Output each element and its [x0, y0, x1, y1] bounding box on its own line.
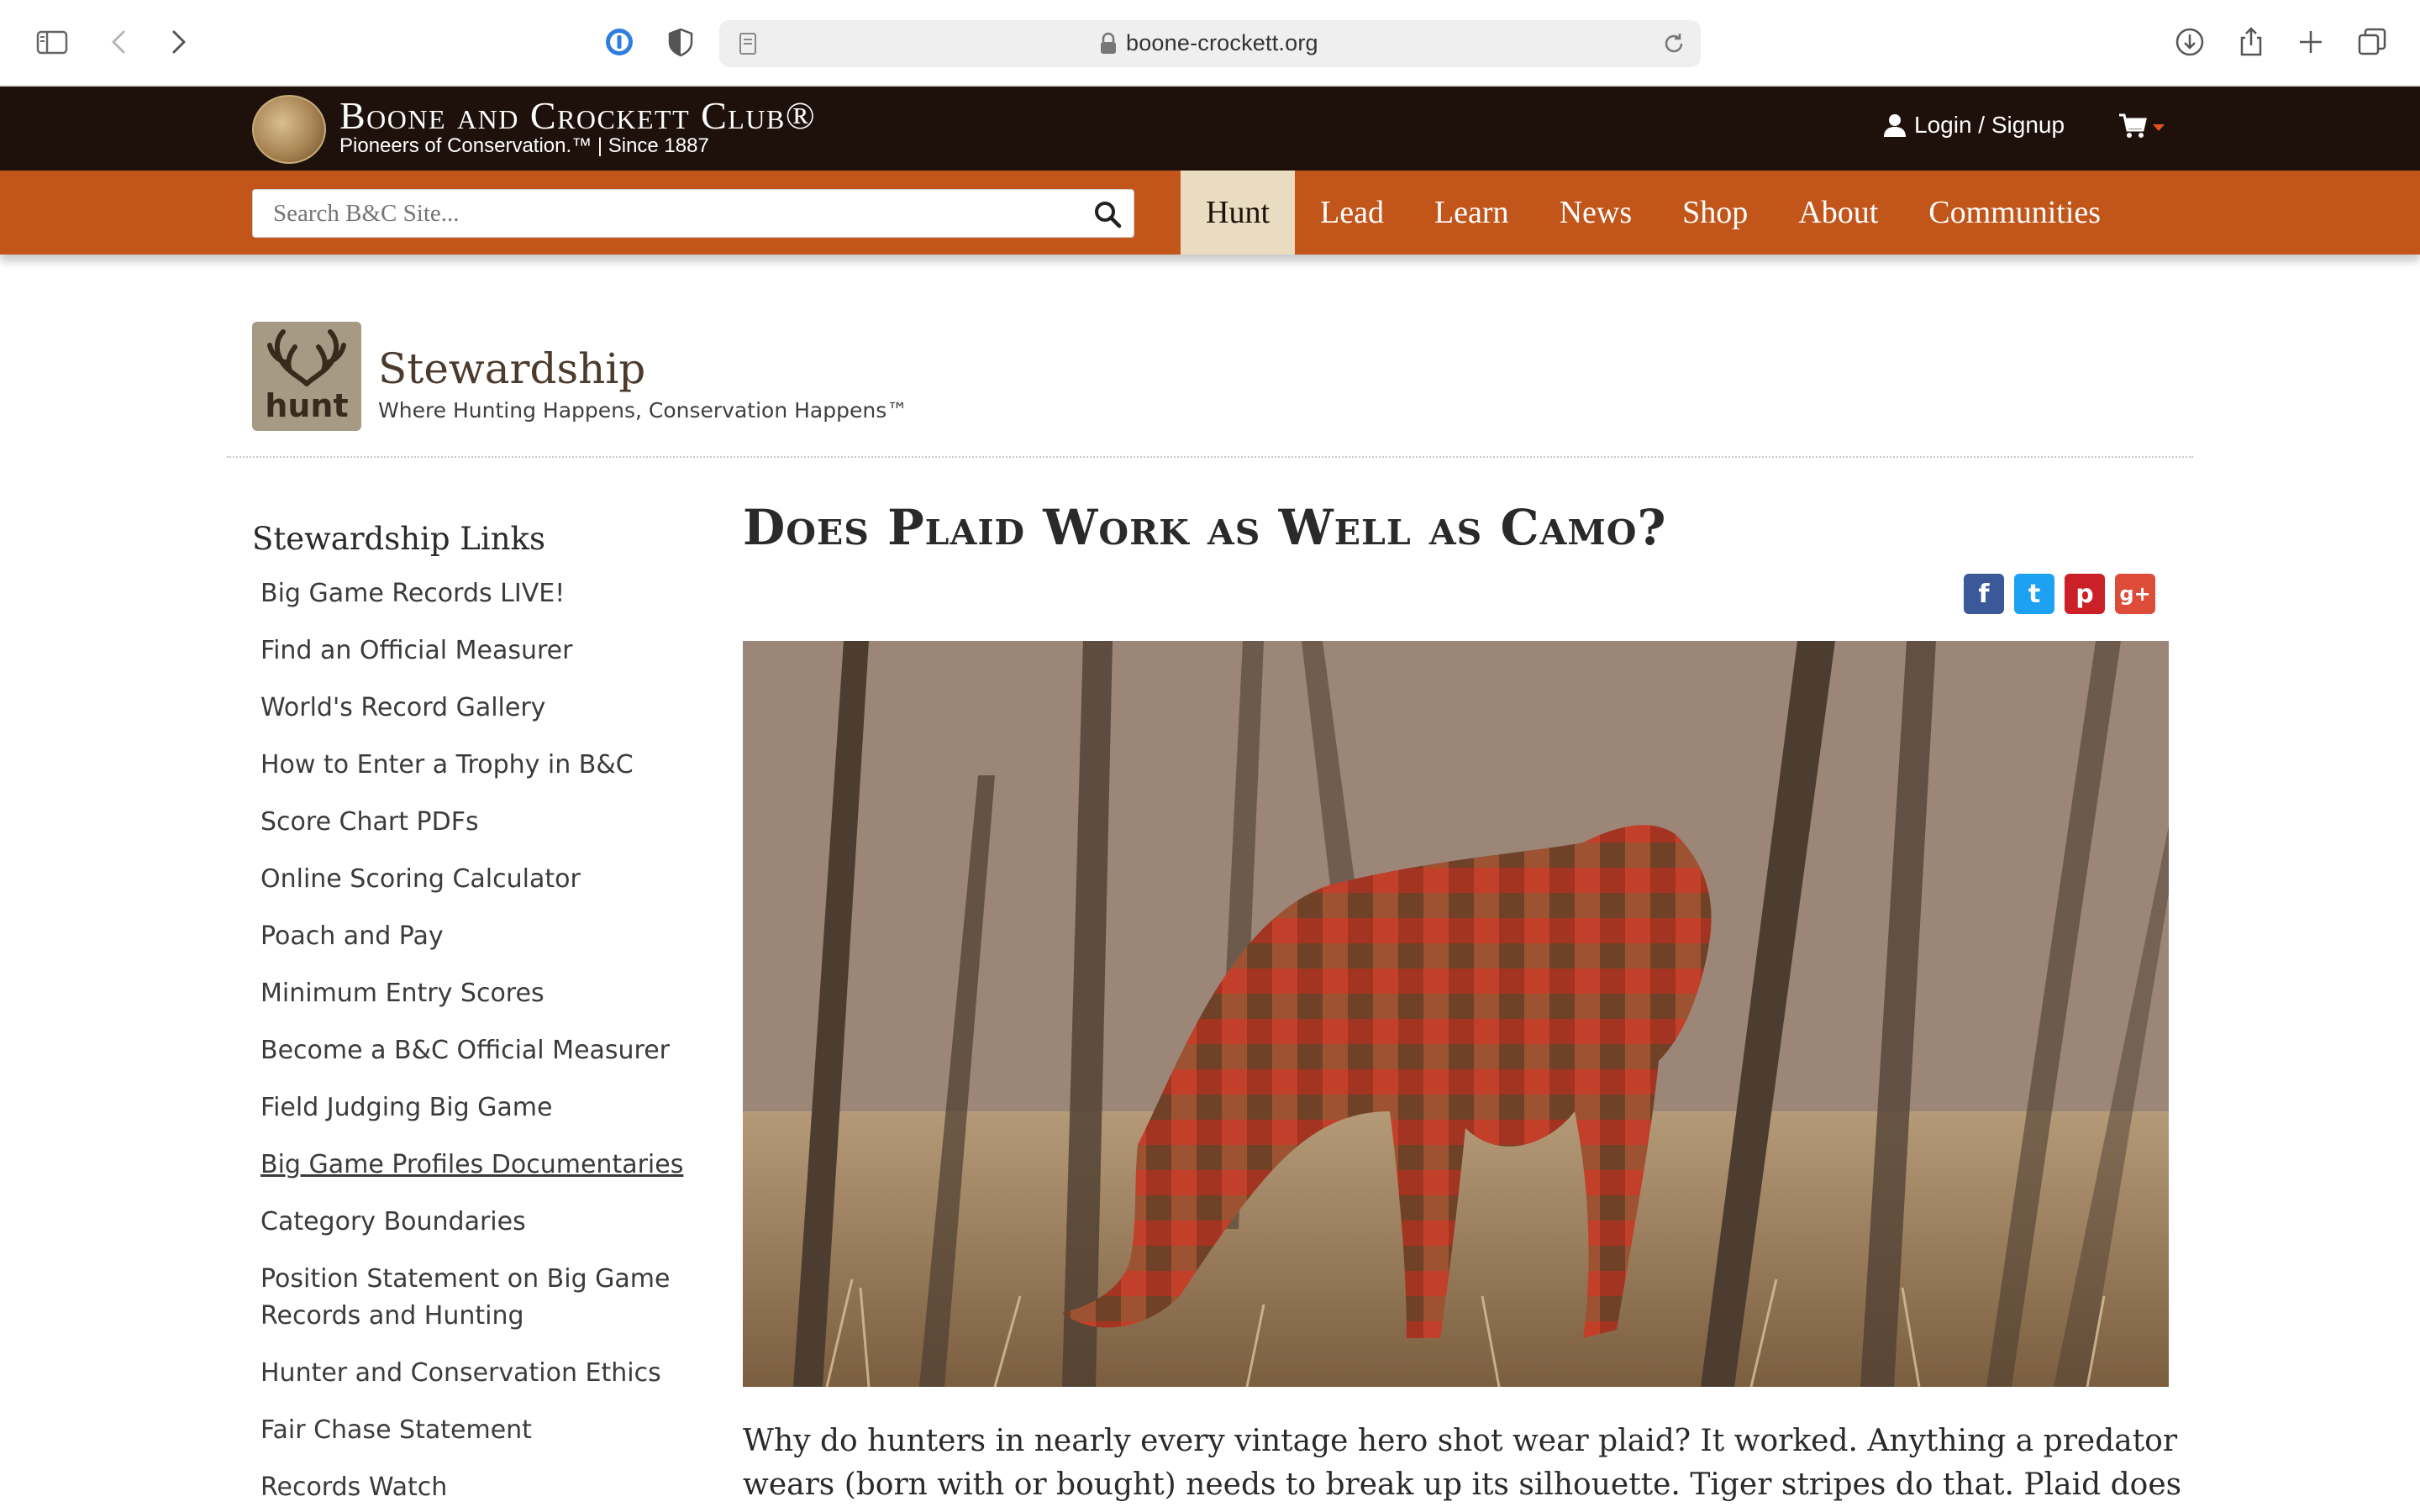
nav-item-lead[interactable]: Lead [1295, 171, 1409, 255]
sidebar-link[interactable]: How to Enter a Trophy in B&C [260, 747, 706, 784]
sidebar-links: Big Game Records LIVE! Find an Official … [252, 575, 706, 1506]
pinterest-icon[interactable]: p [2065, 574, 2105, 614]
lock-icon [1101, 32, 1116, 54]
user-icon [1884, 114, 1906, 137]
facebook-icon[interactable]: f [1964, 574, 2004, 614]
sidebar-link[interactable]: World's Record Gallery [260, 690, 706, 727]
sidebar-link[interactable]: Score Chart PDFs [260, 804, 706, 841]
cart-icon [2119, 113, 2147, 138]
sidebar-link-hovered[interactable]: Big Game Profiles Documentaries [260, 1147, 706, 1184]
chevron-down-icon [2153, 124, 2165, 131]
sidebar-link[interactable]: Hunter and Conservation Ethics [260, 1355, 706, 1392]
sidebar-link[interactable]: Minimum Entry Scores [260, 975, 706, 1012]
google-plus-icon[interactable]: g+ [2115, 574, 2155, 614]
reload-icon[interactable] [1660, 30, 1687, 57]
login-signup-link[interactable]: Login / Signup [1882, 112, 2065, 139]
tabs-overview-icon[interactable] [2352, 22, 2392, 62]
brand-name[interactable]: Boone and Crockett Club® [339, 93, 816, 138]
url-text: boone-crockett.org [1126, 30, 1318, 55]
download-icon[interactable] [2170, 22, 2210, 62]
shield-icon[interactable] [660, 22, 701, 62]
sidebar-link[interactable]: Poach and Pay [260, 918, 706, 955]
site-header: Boone and Crockett Club® Pioneers of Con… [0, 87, 2420, 171]
hunt-section-badge[interactable]: hunt [252, 322, 361, 431]
sidebar-link[interactable]: Position Statement on Big Game Records a… [260, 1261, 706, 1335]
search-input[interactable] [273, 197, 1063, 230]
sidebar-link[interactable]: Category Boundaries [260, 1204, 706, 1241]
twitter-icon[interactable]: t [2014, 574, 2054, 614]
nav-item-shop[interactable]: Shop [1657, 171, 1773, 255]
cart-button[interactable] [2118, 112, 2165, 140]
sidebar-link[interactable]: Become a B&C Official Measurer [260, 1032, 706, 1069]
search-icon[interactable] [1093, 200, 1122, 228]
page-icon [739, 33, 756, 55]
sidebar-icon[interactable] [32, 22, 72, 62]
section-title: Stewardship [378, 344, 646, 393]
article-intro-paragraph: Why do hunters in nearly every vintage h… [743, 1424, 2182, 1512]
social-share-bar: f t p g+ [1964, 574, 2155, 614]
new-tab-icon[interactable] [2291, 22, 2331, 62]
sidebar-heading: Stewardship Links [252, 521, 545, 557]
site-search [252, 189, 1134, 238]
login-label: Login / Signup [1914, 112, 2065, 138]
nav-item-hunt[interactable]: Hunt [1181, 171, 1295, 255]
browser-toolbar: boone-crockett.org [0, 0, 2420, 87]
badge-label: hunt [265, 387, 349, 424]
sidebar-link[interactable]: Big Game Records LIVE! [260, 575, 706, 612]
sidebar-link[interactable]: Field Judging Big Game [260, 1089, 706, 1126]
section-divider [227, 456, 2193, 458]
address-bar[interactable]: boone-crockett.org [719, 20, 1701, 67]
main-navigation: Hunt Lead Learn News Shop About Communit… [0, 171, 2420, 255]
sidebar-link[interactable]: Find an Official Measurer [260, 633, 706, 669]
share-icon[interactable] [2231, 22, 2271, 62]
brand-tagline: Pioneers of Conservation.™ | Since 1887 [339, 134, 709, 157]
nav-item-news[interactable]: News [1534, 171, 1658, 255]
password-icon[interactable] [599, 22, 639, 62]
club-seal-logo[interactable] [252, 95, 326, 164]
nav-tabs: Hunt Lead Learn News Shop About Communit… [1181, 171, 2126, 255]
section-subtitle: Where Hunting Happens, Conservation Happ… [378, 398, 908, 423]
sidebar-link[interactable]: Online Scoring Calculator [260, 861, 706, 898]
article-title: Does Plaid Work as Well as Camo? [743, 499, 1667, 556]
plaid-cougar-photo [743, 641, 2169, 1387]
nav-item-communities[interactable]: Communities [1903, 171, 2126, 255]
stewardship-sidebar: Stewardship Links Big Game Records LIVE!… [252, 521, 706, 1512]
nav-item-learn[interactable]: Learn [1409, 171, 1534, 255]
nav-item-about[interactable]: About [1773, 171, 1903, 255]
forward-icon[interactable] [158, 22, 198, 62]
back-icon[interactable] [99, 22, 139, 62]
antlers-icon [267, 329, 346, 386]
sidebar-link[interactable]: Fair Chase Statement [260, 1412, 706, 1449]
sidebar-link[interactable]: Records Watch [260, 1469, 706, 1506]
